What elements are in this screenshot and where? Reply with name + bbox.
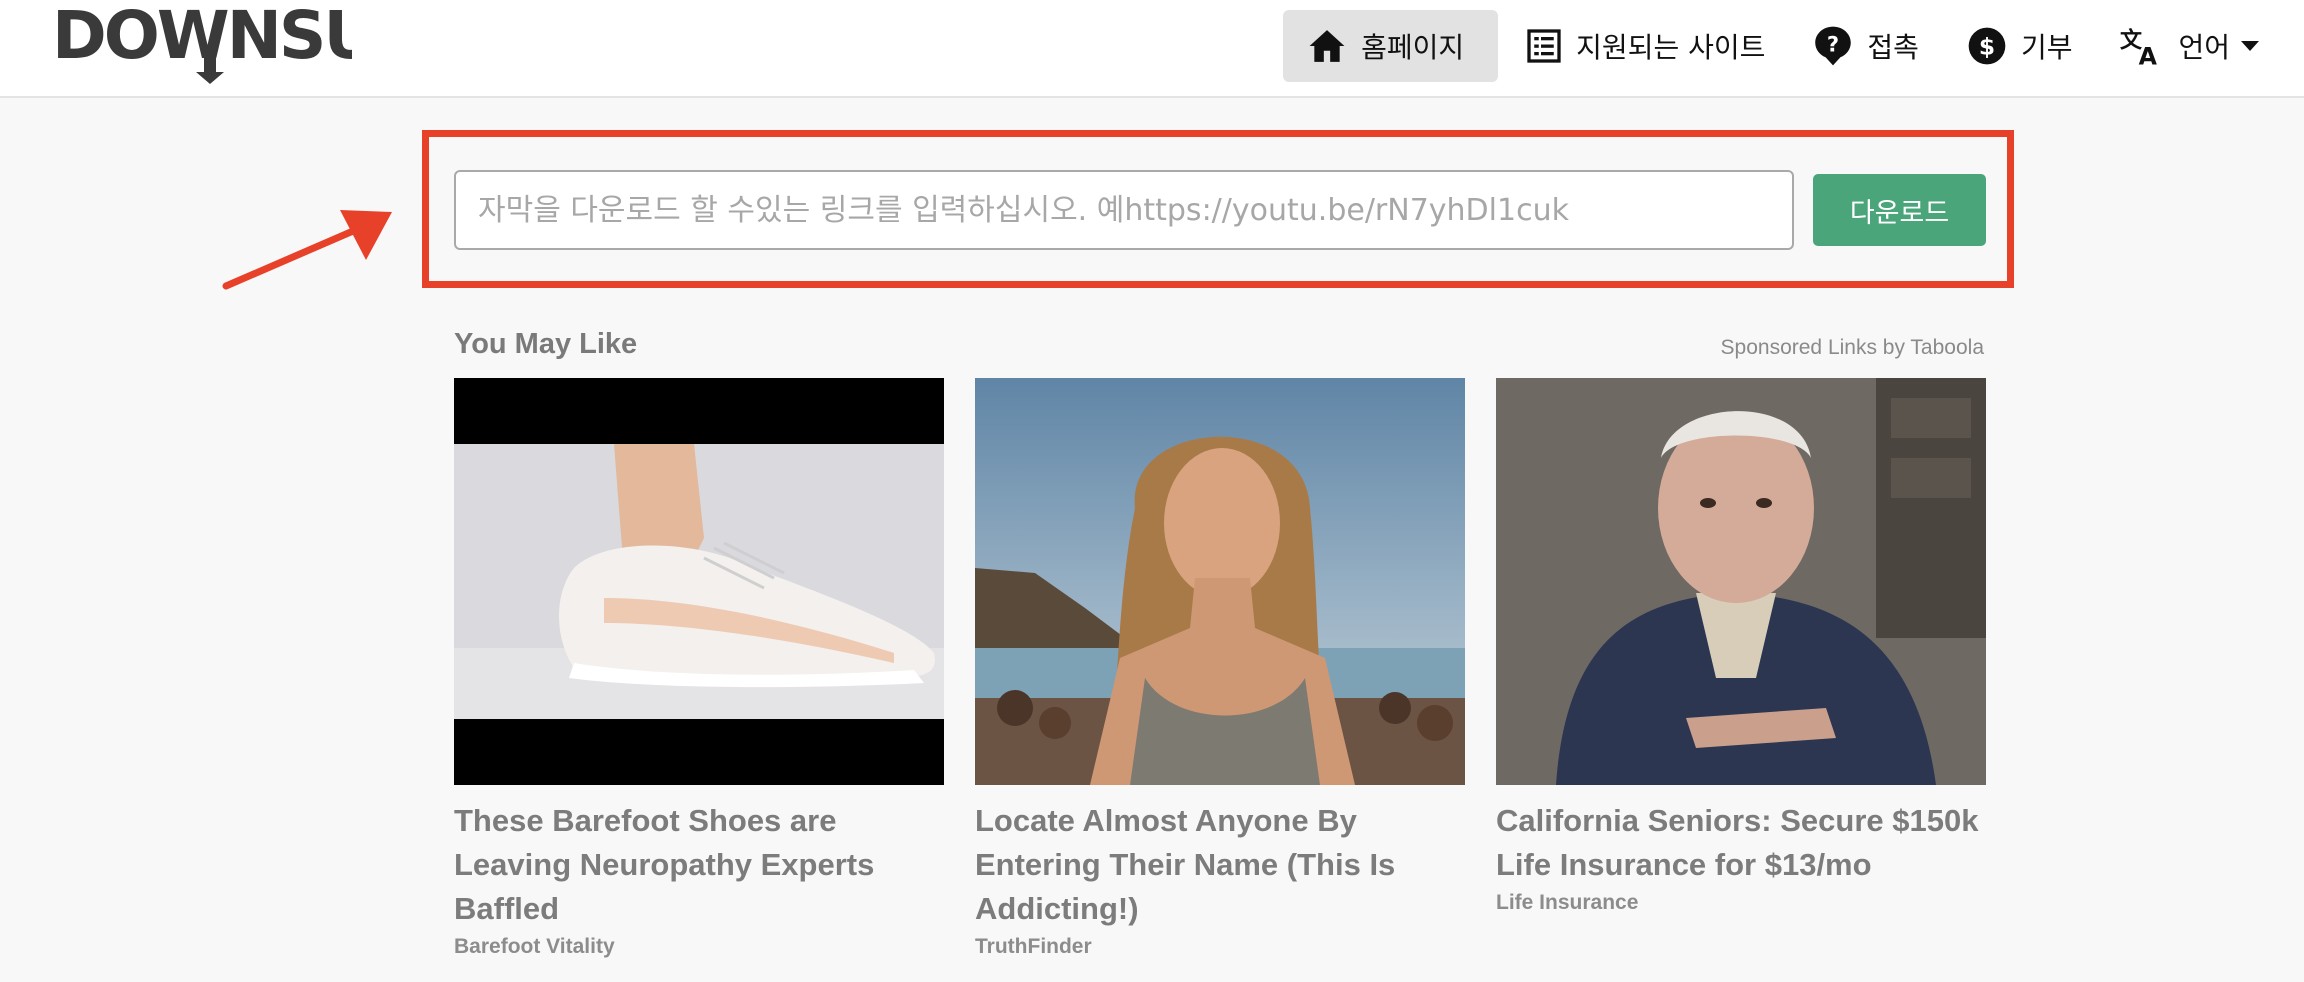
card-brand[interactable]: Barefoot Vitality <box>454 935 944 959</box>
card-brand[interactable]: TruthFinder <box>975 935 1465 959</box>
recommendation-card[interactable]: These Barefoot Shoes are Leaving Neuropa… <box>454 378 944 959</box>
nav-language[interactable]: 文 A 언어 <box>2100 10 2280 82</box>
nav-donate[interactable]: $ 기부 <box>1947 10 2093 82</box>
question-icon: ? <box>1815 26 1852 66</box>
nav-home-label: 홈페이지 <box>1361 31 1465 64</box>
download-button[interactable]: 다운로드 <box>1813 174 1986 246</box>
svg-text:?: ? <box>1827 33 1839 57</box>
nav-donate-label: 기부 <box>2020 31 2073 64</box>
top-header: DOWNSUB 홈페이지 지원되는 사이트 ? <box>0 0 2304 98</box>
nav-supported-sites-label: 지원되는 사이트 <box>1576 31 1766 64</box>
annotation-arrow <box>222 210 392 290</box>
card-headline[interactable]: California Seniors: Secure $150k Life In… <box>1496 799 1986 887</box>
recommendation-card[interactable]: California Seniors: Secure $150k Life In… <box>1496 378 1986 915</box>
recommendation-card[interactable]: Locate Almost Anyone By Entering Their N… <box>975 378 1465 959</box>
card-brand[interactable]: Life Insurance <box>1496 891 1986 915</box>
svg-text:A: A <box>2139 43 2158 67</box>
svg-text:DOWNSUB: DOWNSUB <box>52 0 352 74</box>
senior-man-thumbnail[interactable] <box>1496 378 1986 785</box>
home-icon <box>1309 30 1345 62</box>
link-input[interactable] <box>454 170 1794 250</box>
card-headline[interactable]: These Barefoot Shoes are Leaving Neuropa… <box>454 799 944 931</box>
nav-supported-sites[interactable]: 지원되는 사이트 <box>1506 10 1785 82</box>
nav-home[interactable]: 홈페이지 <box>1283 10 1499 82</box>
nav-language-label: 언어 <box>2178 31 2230 64</box>
main-nav: 홈페이지 지원되는 사이트 ? 접촉 $ 기부 文 A 언어 <box>1275 10 2280 82</box>
nav-contact[interactable]: ? 접촉 <box>1793 10 1939 82</box>
dollar-icon: $ <box>1968 27 2006 65</box>
woman-thumbnail[interactable] <box>975 378 1465 785</box>
card-headline[interactable]: Locate Almost Anyone By Entering Their N… <box>975 799 1465 931</box>
downsub-logo[interactable]: DOWNSUB <box>52 0 352 86</box>
shoe-thumbnail[interactable] <box>454 378 944 785</box>
sponsored-label[interactable]: Sponsored Links by Taboola <box>1721 336 1984 360</box>
list-icon <box>1527 29 1561 63</box>
recommendations-title: You May Like <box>454 328 638 360</box>
translate-icon: 文 A <box>2120 28 2158 67</box>
chevron-down-icon <box>2241 41 2259 51</box>
svg-text:$: $ <box>1979 32 1995 60</box>
nav-contact-label: 접촉 <box>1867 31 1919 64</box>
